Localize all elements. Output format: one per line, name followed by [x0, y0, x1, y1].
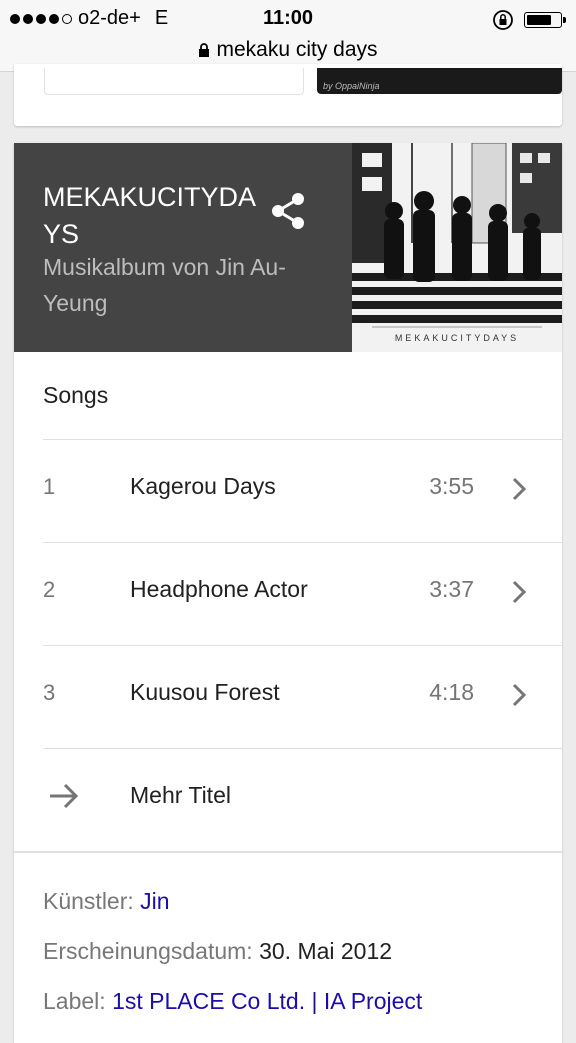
song-duration: 3:55: [429, 473, 474, 499]
rotation-lock-icon: [493, 10, 513, 30]
record-label-label: Label:: [43, 988, 106, 1014]
track-number: 3: [43, 680, 56, 705]
album-subtitle: Musikalbum von Jin Au-Yeung: [43, 254, 286, 316]
image-thumbnail[interactable]: [44, 68, 304, 95]
album-title: MEKAKUCITYDAYS: [43, 182, 257, 249]
song-title: Kuusou Forest: [130, 679, 280, 705]
release-label: Erscheinungsdatum:: [43, 938, 253, 964]
record-label-info: Label: 1st PLACE Co Ltd. | IA Project: [43, 988, 422, 1015]
track-number: 2: [43, 577, 56, 602]
song-title: Headphone Actor: [130, 576, 308, 602]
artist-link[interactable]: Jin: [140, 888, 169, 914]
songs-heading: Songs: [43, 382, 109, 408]
record-label-link[interactable]: 1st PLACE Co Ltd. | IA Project: [112, 988, 422, 1014]
album-cover-art: MEKAKUCITYDAYS: [352, 143, 562, 352]
image-results-card: by OppaiNinja: [14, 64, 562, 126]
clock: 11:00: [262, 7, 314, 29]
arrow-right-icon: [50, 783, 79, 809]
artist-info: Künstler: Jin: [43, 888, 170, 915]
url-text: mekaku city days: [216, 38, 378, 61]
release-info: Erscheinungsdatum: 30. Mai 2012: [43, 938, 392, 965]
thumbnail-caption: by OppaiNinja: [323, 81, 380, 91]
song-duration: 3:37: [429, 576, 474, 602]
album-knowledge-card: MEKAKUCITYDAYS Musikalbum von Jin Au-Yeu…: [14, 143, 562, 1043]
artist-label: Künstler:: [43, 888, 134, 914]
image-thumbnail[interactable]: by OppaiNinja: [317, 68, 562, 94]
song-row[interactable]: 2 Headphone Actor 3:37: [14, 543, 562, 645]
release-date: 30. Mai 2012: [259, 938, 393, 964]
status-bar: o2-de+ E 11:00 mekaku city days: [0, 0, 576, 72]
chevron-right-icon: [512, 580, 527, 604]
lock-icon: [199, 42, 210, 57]
song-row[interactable]: 3 Kuusou Forest 4:18: [14, 646, 562, 748]
album-cover[interactable]: MEKAKUCITYDAYS: [352, 143, 562, 352]
song-title: Kagerou Days: [130, 473, 276, 499]
address-bar[interactable]: mekaku city days: [0, 38, 576, 62]
section-divider: [14, 851, 562, 853]
track-number: 1: [43, 474, 56, 499]
chevron-right-icon: [512, 477, 527, 501]
more-songs-row[interactable]: Mehr Titel: [14, 749, 562, 851]
share-icon[interactable]: [270, 191, 306, 231]
more-songs-label: Mehr Titel: [130, 782, 231, 808]
battery-icon: [524, 12, 566, 28]
album-cover-text: MEKAKUCITYDAYS: [395, 333, 519, 343]
chevron-right-icon: [512, 683, 527, 707]
song-duration: 4:18: [429, 679, 474, 705]
song-row[interactable]: 1 Kagerou Days 3:55: [14, 440, 562, 542]
album-header: MEKAKUCITYDAYS Musikalbum von Jin Au-Yeu…: [14, 143, 562, 352]
